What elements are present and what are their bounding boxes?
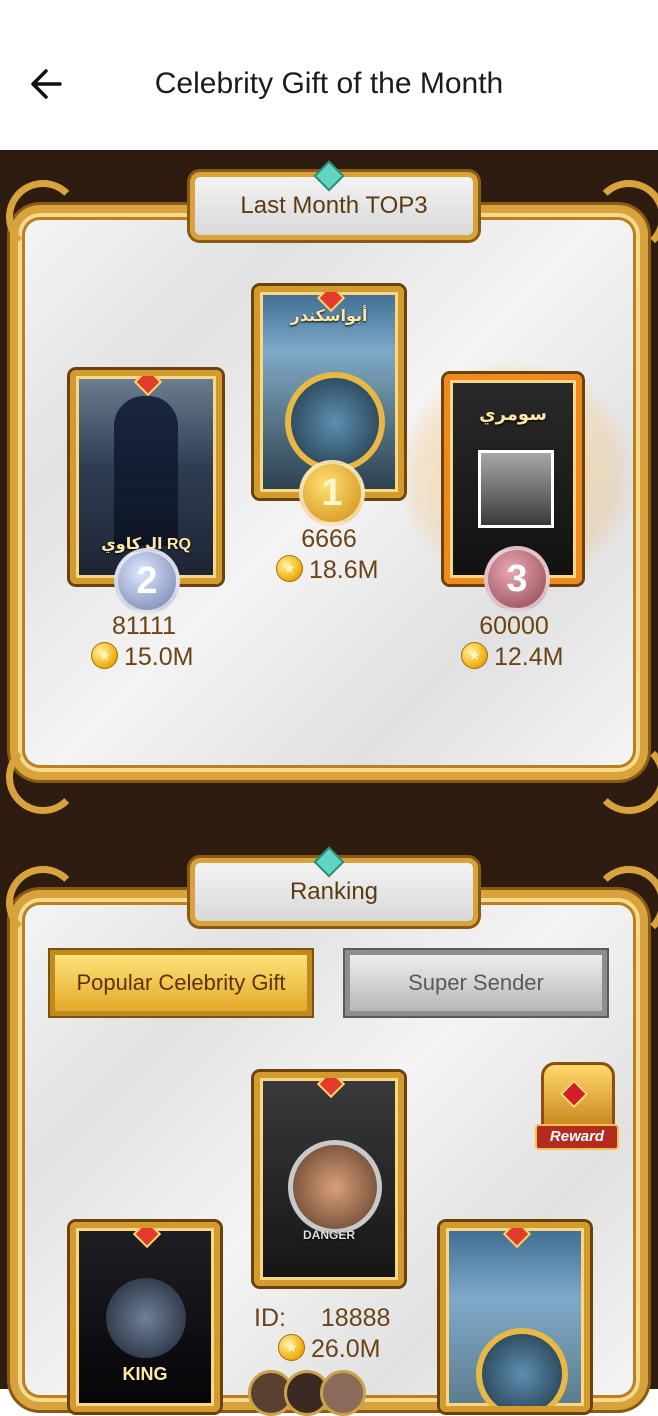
top3-coins: 12.4M — [461, 642, 563, 672]
wing-emblem-icon — [476, 1328, 568, 1406]
leader-id-value: 18888 — [320, 1304, 391, 1332]
coin-icon — [276, 555, 303, 582]
top2-coins-value: 15.0M — [124, 643, 194, 671]
reward-label: Reward — [535, 1124, 619, 1150]
coin-icon — [461, 642, 488, 669]
card-caption: سومري — [479, 404, 547, 424]
top1-coins: 18.6M — [276, 555, 378, 585]
top-bar: Celebrity Gift of the Month — [0, 0, 658, 150]
top1-id: 6666 — [301, 525, 357, 553]
card-caption: أبواسكندر — [290, 308, 368, 325]
card-caption: DANGER — [302, 1228, 355, 1242]
corner-ornament — [6, 740, 80, 814]
tab-super-sender[interactable]: Super Sender — [345, 950, 607, 1016]
crown-gem-icon — [502, 1228, 532, 1249]
crown-gem-icon — [316, 1078, 346, 1099]
corner-ornament — [592, 180, 658, 254]
lion-emblem-icon — [106, 1278, 186, 1358]
coin-icon — [278, 1334, 305, 1361]
avatar[interactable] — [320, 1370, 366, 1416]
crown-gem-icon — [132, 1228, 162, 1249]
coin-icon — [91, 642, 118, 669]
person-photo — [478, 450, 554, 528]
crown-gem-icon — [133, 376, 163, 397]
rank-medal-1: 1 — [299, 460, 365, 526]
top2-coins: 15.0M — [91, 642, 193, 672]
top3-id: 60000 — [479, 612, 549, 640]
corner-ornament — [592, 866, 658, 940]
leader-id-label: ID: — [254, 1304, 286, 1332]
leader-id: ID: 18888 — [254, 1304, 390, 1333]
avatar — [288, 1140, 382, 1234]
page-title: Celebrity Gift of the Month — [154, 67, 504, 100]
top1-coins-value: 18.6M — [309, 556, 379, 584]
tab-popular-celebrity-gift[interactable]: Popular Celebrity Gift — [50, 950, 312, 1016]
card-caption: KING — [122, 1364, 168, 1384]
corner-ornament — [6, 866, 80, 940]
leader-avatar-card[interactable]: DANGER — [254, 1072, 404, 1286]
wing-emblem-icon — [285, 372, 385, 472]
top3-coins-value: 12.4M — [494, 643, 564, 671]
corner-ornament — [6, 180, 80, 254]
rank-medal-3: 3 — [484, 546, 550, 612]
leader-coins: 26.0M — [278, 1334, 380, 1364]
reward-button[interactable]: Reward — [535, 1062, 619, 1150]
top2-id: 81111 — [112, 612, 176, 640]
person-photo — [114, 396, 178, 546]
rank-avatar-card-right[interactable] — [440, 1222, 590, 1412]
corner-ornament — [592, 740, 658, 814]
leader-coins-value: 26.0M — [311, 1335, 381, 1363]
rank-medal-2: 2 — [114, 548, 180, 614]
rank-avatar-card-left[interactable]: KING — [70, 1222, 220, 1412]
